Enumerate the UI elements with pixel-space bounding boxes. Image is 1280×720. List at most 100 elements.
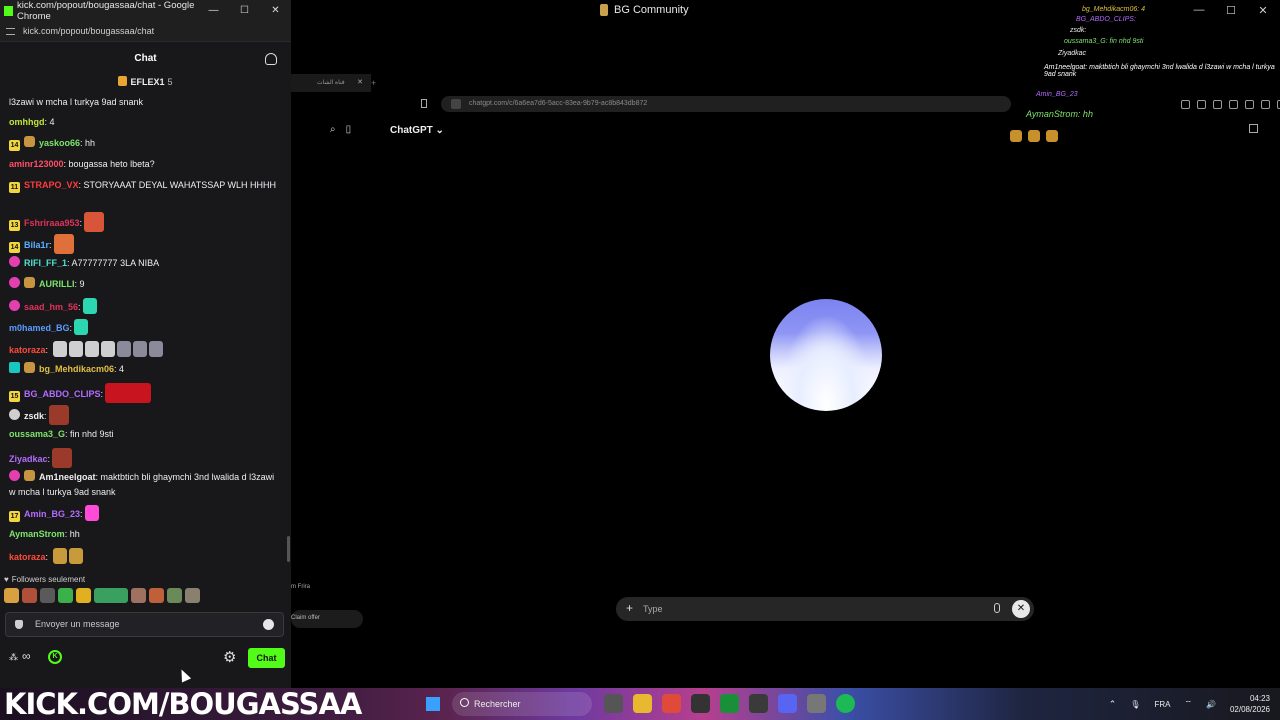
users-icon[interactable]: [265, 53, 277, 65]
gpt-toolbar: ⌕ ▯: [330, 124, 351, 135]
chat-username[interactable]: STRAPO_VX: [24, 180, 79, 190]
chat-username[interactable]: katoraza: [9, 345, 46, 355]
chat-username[interactable]: m0hamed_BG: [9, 323, 70, 333]
emote-button[interactable]: [131, 588, 146, 603]
chat-username[interactable]: Amin_BG_23: [24, 509, 80, 519]
popup-address-bar[interactable]: kick.com/popout/bougassaa/chat: [0, 21, 291, 42]
chat-message: saad_hm_56:: [9, 298, 277, 315]
emote-button[interactable]: [58, 588, 73, 603]
followers-only-notice: ♥ Followers seulement: [4, 575, 86, 584]
chat-message: oussama3_G: fin nhd 9sti: [9, 429, 114, 439]
app-icon[interactable]: [807, 694, 826, 713]
send-chat-button[interactable]: Chat: [248, 648, 285, 668]
sidebar-icon: ▯: [345, 124, 352, 135]
chevron-up-icon[interactable]: ⌃: [1109, 699, 1117, 710]
chat-username[interactable]: BG_ABDO_CLIPS: [24, 389, 101, 399]
spotify-icon[interactable]: [836, 694, 855, 713]
emote: [68, 548, 83, 564]
volume-icon[interactable]: 🔊: [1206, 700, 1216, 709]
emote: [82, 298, 97, 314]
file-explorer-icon[interactable]: [633, 694, 652, 713]
stream-brand-text: KICK.COM/BOUGASSAA: [4, 687, 362, 720]
plus-icon: +: [626, 601, 634, 615]
close-icon: ✕: [357, 79, 363, 86]
chat-username[interactable]: AymanStrom: [9, 529, 65, 539]
sub-badge: 15: [9, 391, 20, 402]
pinned-user[interactable]: EFLEX1 5: [0, 76, 291, 90]
emote-button[interactable]: [40, 588, 55, 603]
chat-message: AymanStrom: hh: [9, 529, 80, 539]
app-icon[interactable]: [720, 694, 739, 713]
emote-button[interactable]: [167, 588, 182, 603]
chat-message: RIFI_FF_1: A77777777 3LA NIBA: [9, 256, 277, 271]
chat-username[interactable]: yaskoo66: [39, 138, 80, 148]
chat-username[interactable]: Am1neelgoat: [39, 472, 96, 482]
side-text: m Frira: [291, 584, 310, 590]
chat-username[interactable]: oussama3_G: [9, 429, 65, 439]
discord-icon[interactable]: [778, 694, 797, 713]
chrome-icon[interactable]: [662, 694, 681, 713]
emote: [48, 405, 69, 425]
kick-logo-icon[interactable]: K: [48, 650, 62, 664]
voice-orb: [770, 299, 882, 411]
chat-message: katoraza:: [9, 548, 277, 565]
captured-tab: قناة الشات ✕: [291, 74, 371, 92]
chat-username[interactable]: aminr123000: [9, 159, 64, 169]
sub-badge: 17: [9, 511, 20, 522]
bookmark-icon: [421, 99, 427, 108]
chat-username[interactable]: Bila1r: [24, 240, 49, 250]
crown-badge-icon: [24, 136, 35, 147]
chat-message: bg_Mehdikacm06: 4: [9, 362, 277, 377]
chat-username[interactable]: saad_hm_56: [24, 302, 78, 312]
gear-icon[interactable]: ⚙: [223, 648, 236, 666]
chat-message: zsdk:: [9, 405, 277, 425]
popup-titlebar: kick.com/popout/bougassaa/chat - Google …: [0, 0, 291, 22]
chat-footer: ⁂ ∞ K ⚙ Chat: [0, 648, 291, 668]
taskbar-search[interactable]: Rechercher: [452, 692, 592, 716]
emote-button[interactable]: [76, 588, 91, 603]
search-icon: ⌕: [330, 124, 336, 135]
taskbar-apps: [604, 694, 855, 713]
emote-button[interactable]: [185, 588, 200, 603]
site-settings-icon[interactable]: [6, 27, 15, 35]
emoji-icon[interactable]: [263, 619, 274, 630]
close-icon: ✕: [1012, 600, 1030, 618]
stream-chat-overlay: bg_Mehdikacm06: 4 BG_ABDO_CLIPS: zsdk: o…: [1026, 0, 1280, 145]
chat-message: 14 Bila1r:: [9, 234, 277, 254]
chat-username[interactable]: Ziyadkac: [9, 454, 48, 464]
emote-button[interactable]: [4, 588, 19, 603]
chat-username[interactable]: Fshriraaa953: [24, 218, 80, 228]
gpt-title: ChatGPT ⌄: [390, 125, 444, 136]
app-icon[interactable]: [691, 694, 710, 713]
chat-username[interactable]: AURILLI: [39, 279, 75, 289]
network-icon[interactable]: ⌔: [1184, 699, 1192, 709]
emote-button[interactable]: [94, 588, 128, 603]
chat-username[interactable]: bg_Mehdikacm06: [39, 364, 114, 374]
task-view-icon[interactable]: [604, 694, 623, 713]
windows-start-icon[interactable]: [426, 697, 440, 711]
chat-username[interactable]: zsdk: [24, 411, 44, 421]
heart-icon: ♥: [4, 575, 9, 584]
chat-scrollbar[interactable]: [287, 536, 290, 562]
share-icon[interactable]: ⁂: [9, 652, 18, 663]
emote-button[interactable]: [22, 588, 37, 603]
infinity-icon[interactable]: ∞: [22, 649, 31, 663]
emote: [1010, 130, 1022, 142]
app-icon[interactable]: [749, 694, 768, 713]
mic-icon[interactable]: 🎙: [1130, 700, 1140, 709]
maximize-button[interactable]: ☐: [229, 5, 260, 16]
emote: [84, 212, 105, 232]
emote: [52, 341, 67, 357]
chat-message-input[interactable]: Envoyer un message: [5, 612, 284, 637]
chat-messages: l3zawi w mcha l turkya 9ad snank omhhgd:…: [0, 95, 284, 571]
gift-badge-icon: [9, 277, 20, 288]
minimize-button[interactable]: —: [198, 5, 229, 16]
chat-username[interactable]: omhhgd: [9, 117, 45, 127]
chat-popup-window: kick.com/popout/bougassaa/chat - Google …: [0, 0, 291, 688]
chat-username[interactable]: RIFI_FF_1: [24, 258, 67, 268]
chat-username[interactable]: katoraza: [9, 552, 46, 562]
language-indicator[interactable]: FRA: [1154, 700, 1170, 709]
emote-button[interactable]: [149, 588, 164, 603]
clock[interactable]: 04:23 02/08/2026: [1230, 693, 1270, 715]
close-button[interactable]: ✕: [260, 5, 291, 16]
